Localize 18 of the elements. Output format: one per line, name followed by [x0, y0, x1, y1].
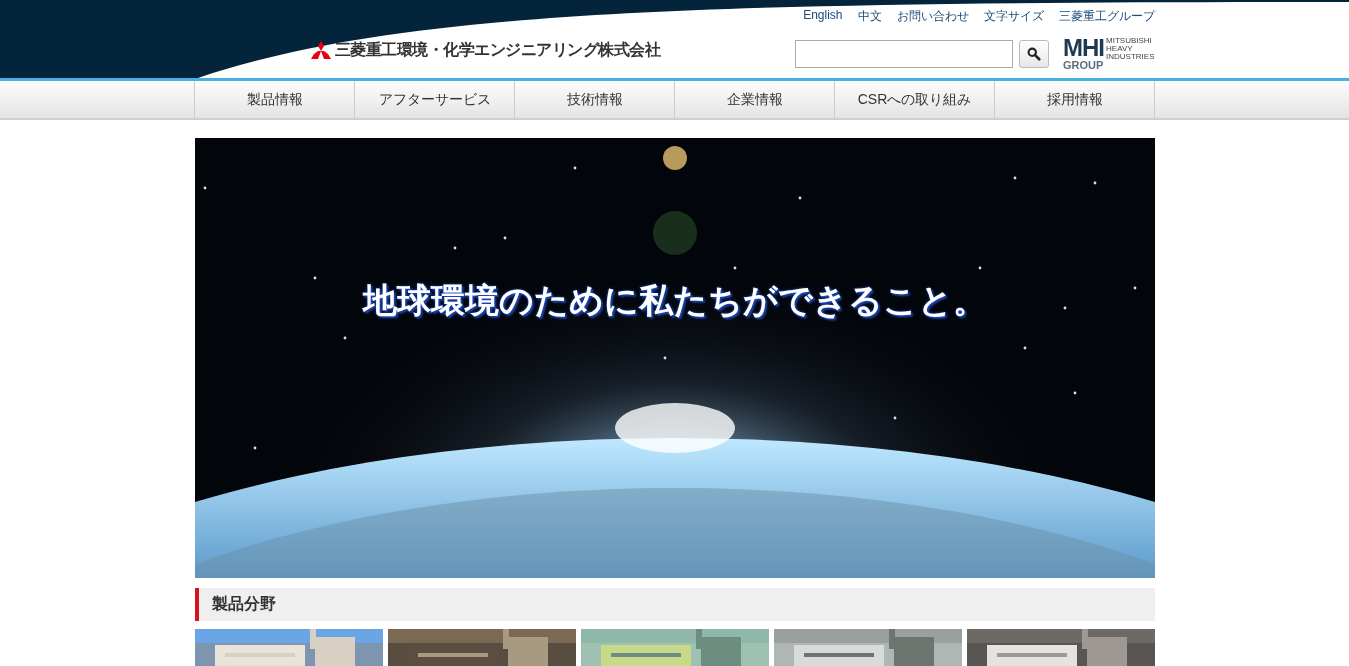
section-heading: 製品分野	[194, 588, 1155, 621]
search-button[interactable]	[1019, 39, 1050, 68]
search-field[interactable]	[795, 39, 1014, 68]
nav-tab[interactable]: 企業情報	[675, 81, 835, 118]
utility-link[interactable]: 中文	[857, 8, 882, 26]
utility-link[interactable]: 文字サイズ	[983, 8, 1044, 26]
utility-link[interactable]: お問い合わせ	[896, 8, 969, 26]
nav-tab[interactable]: アフターサービス	[355, 81, 515, 118]
nav-tab[interactable]: CSRへの取り組み	[835, 81, 995, 118]
utility-link[interactable]: English	[803, 8, 843, 26]
hero-headline: 地球環境のために私たちができること。	[361, 279, 988, 322]
nav-tab[interactable]: 採用情報	[995, 81, 1155, 118]
utility-link[interactable]: 三菱重工グループ	[1058, 8, 1155, 26]
nav-tab[interactable]: 技術情報	[515, 81, 675, 118]
diamond-logo-icon	[310, 41, 331, 59]
nav-tab[interactable]: 製品情報	[195, 81, 355, 118]
company-name: 三菱重工環境・化学エンジニアリング株式会社	[334, 39, 660, 60]
search-icon	[1027, 46, 1042, 61]
